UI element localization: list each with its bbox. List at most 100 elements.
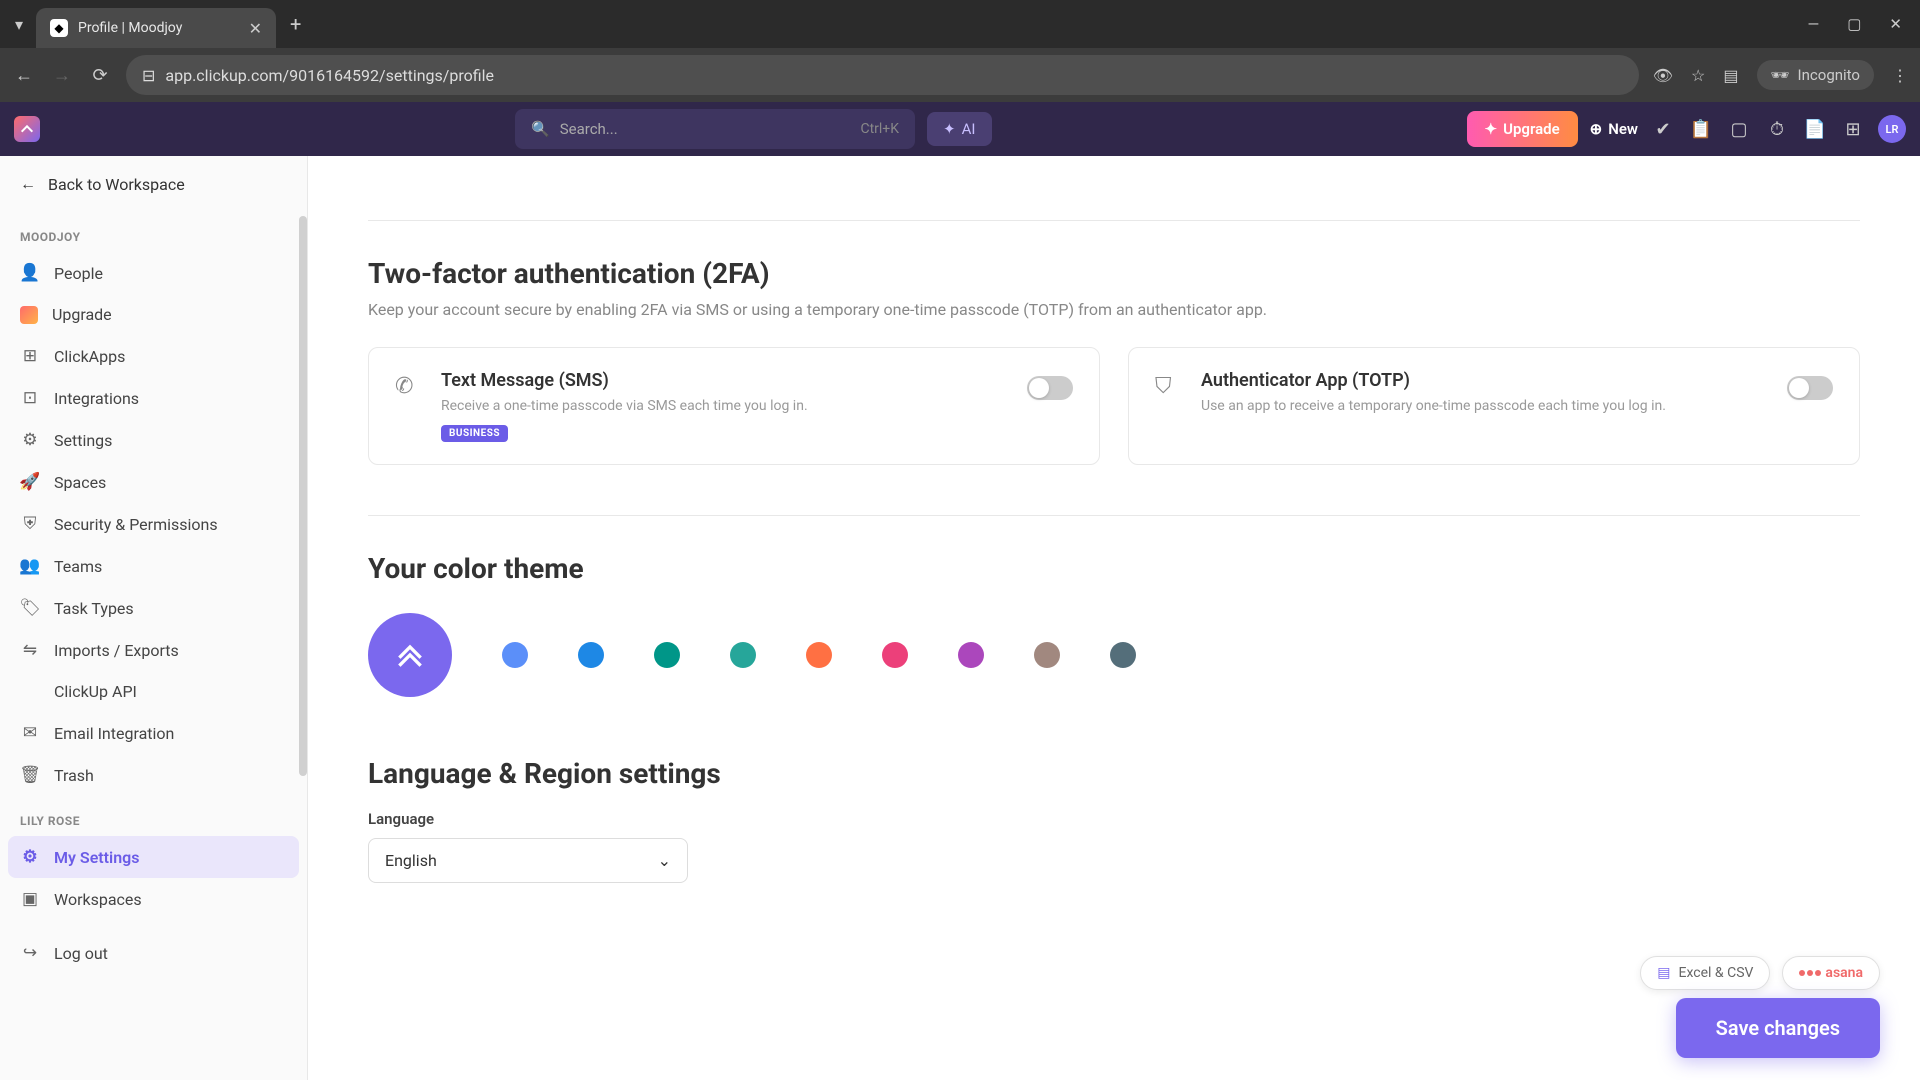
sidebar-item-settings[interactable]: ⚙Settings [0, 419, 307, 461]
totp-toggle[interactable] [1787, 376, 1833, 400]
sidebar-item-my-settings[interactable]: ⚙My Settings [8, 836, 299, 878]
video-icon[interactable]: ▢ [1726, 116, 1752, 142]
incognito-badge[interactable]: 🕶 Incognito [1757, 60, 1875, 90]
sidebar-item-label: Spaces [54, 473, 106, 492]
ai-button[interactable]: ✦ AI [927, 112, 991, 146]
chevron-down-icon: ⌄ [658, 851, 671, 870]
document-icon[interactable]: 📄 [1802, 116, 1828, 142]
sidebar-item-label: Email Integration [54, 724, 174, 743]
sidebar-item-label: ClickApps [54, 347, 125, 366]
avatar[interactable]: LR [1878, 115, 1906, 143]
back-icon[interactable]: ← [12, 65, 36, 86]
site-info-icon[interactable]: ⊟ [142, 66, 155, 85]
minimize-icon[interactable]: — [1808, 15, 1820, 33]
sparkle-icon: ✦ [943, 120, 956, 138]
sidebar-item-workspaces[interactable]: ▣Workspaces [0, 878, 307, 920]
file-icon: ▤ [1657, 965, 1670, 981]
close-window-icon[interactable]: ✕ [1889, 15, 1902, 33]
sidebar-scrollbar[interactable] [299, 216, 307, 776]
tab-list-dropdown[interactable]: ▾ [8, 13, 30, 35]
close-tab-icon[interactable]: ✕ [249, 19, 262, 38]
color-swatch-7[interactable] [958, 642, 984, 668]
side-panel-icon[interactable]: ▤ [1723, 66, 1738, 85]
sidebar-item-logout[interactable]: ↪ Log out [0, 932, 307, 974]
floating-badges: ▤ Excel & CSV asana [1640, 956, 1880, 990]
color-swatch-9[interactable] [1110, 642, 1136, 668]
color-swatch-5[interactable] [806, 642, 832, 668]
color-swatch-4[interactable] [730, 642, 756, 668]
sms-title: Text Message (SMS) [441, 370, 1009, 391]
clock-icon[interactable]: ⏱ [1764, 116, 1790, 142]
tag-icon: 🏷 [20, 598, 40, 618]
search-shortcut: Ctrl+K [860, 121, 899, 137]
maximize-icon[interactable]: ▢ [1847, 15, 1861, 33]
color-swatch-2[interactable] [578, 642, 604, 668]
language-field-label: Language [368, 810, 1860, 828]
asana-badge[interactable]: asana [1782, 956, 1880, 990]
language-title: Language & Region settings [368, 757, 1860, 790]
twofa-title: Two-factor authentication (2FA) [368, 257, 1860, 290]
address-bar[interactable]: ⊟ app.clickup.com/9016164592/settings/pr… [126, 55, 1639, 95]
notepad-icon[interactable]: 📋 [1688, 116, 1714, 142]
check-circle-icon[interactable]: ✔ [1650, 116, 1676, 142]
color-swatch-0[interactable] [368, 613, 452, 697]
upgrade-button[interactable]: ✦ Upgrade [1467, 111, 1578, 147]
sidebar-item-people[interactable]: 👤People [0, 252, 307, 294]
apps-icon: ⊞ [20, 346, 40, 366]
sidebar: ← Back to Workspace MOODJOY 👤PeopleUpgra… [0, 156, 308, 1080]
language-select[interactable]: English ⌄ [368, 838, 688, 883]
sidebar-item-label: Trash [54, 766, 94, 785]
forward-icon[interactable]: → [50, 65, 74, 86]
sidebar-item-label: Task Types [54, 599, 134, 618]
sidebar-item-task-types[interactable]: 🏷 Task Types [0, 587, 307, 629]
sidebar-item-trash[interactable]: 🗑 Trash [0, 754, 307, 796]
twofa-desc: Keep your account secure by enabling 2FA… [368, 300, 1860, 319]
eye-off-icon[interactable]: 👁 [1653, 66, 1673, 85]
shield-icon: ⛨ [20, 514, 40, 534]
sidebar-item-email-integration[interactable]: ✉Email Integration [0, 712, 307, 754]
people-icon: 👥 [20, 556, 40, 576]
search-input[interactable]: 🔍 Search... Ctrl+K [515, 109, 915, 149]
sidebar-item-teams[interactable]: 👥Teams [0, 545, 307, 587]
new-button[interactable]: ⊕ New [1590, 120, 1638, 138]
color-swatch-6[interactable] [882, 642, 908, 668]
save-changes-button[interactable]: Save changes [1676, 998, 1880, 1058]
apps-grid-icon[interactable]: ⊞ [1840, 116, 1866, 142]
app-header: 🔍 Search... Ctrl+K ✦ AI ✦ Upgrade ⊕ New … [0, 102, 1920, 156]
sms-card: ✆ Text Message (SMS) Receive a one-time … [368, 347, 1100, 465]
sidebar-item-upgrade[interactable]: Upgrade [0, 294, 307, 335]
browser-menu-icon[interactable]: ⋮ [1892, 66, 1908, 85]
language-selected-value: English [385, 851, 437, 870]
sidebar-item-spaces[interactable]: 🚀Spaces [0, 461, 307, 503]
new-tab-button[interactable]: + [290, 12, 301, 36]
sidebar-item-imports-exports[interactable]: ⇋Imports / Exports [0, 629, 307, 671]
clickup-logo[interactable] [14, 116, 40, 142]
bookmark-icon[interactable]: ☆ [1691, 66, 1705, 85]
sidebar-item-label: Integrations [54, 389, 139, 408]
sidebar-item-clickapps[interactable]: ⊞ ClickApps [0, 335, 307, 377]
browser-tab[interactable]: ◆ Profile | Moodjoy ✕ [36, 8, 276, 48]
color-swatch-1[interactable] [502, 642, 528, 668]
reload-icon[interactable]: ⟳ [88, 65, 112, 86]
back-to-workspace-link[interactable]: ← Back to Workspace [0, 156, 307, 212]
color-swatch-8[interactable] [1034, 642, 1060, 668]
incognito-icon: 🕶 [1771, 66, 1790, 84]
theme-title: Your color theme [368, 552, 1860, 585]
excel-csv-badge[interactable]: ▤ Excel & CSV [1640, 956, 1770, 990]
browser-toolbar: ← → ⟳ ⊟ app.clickup.com/9016164592/setti… [0, 48, 1920, 102]
person-icon: 👤 [20, 263, 40, 283]
totp-desc: Use an app to receive a temporary one-ti… [1201, 397, 1769, 417]
color-swatch-3[interactable] [654, 642, 680, 668]
settings-content: Two-factor authentication (2FA) Keep you… [308, 156, 1920, 1080]
workspace-section-label: MOODJOY [0, 212, 307, 252]
trash-icon: 🗑 [20, 765, 40, 785]
sms-toggle[interactable] [1027, 376, 1073, 400]
sidebar-item-label: Settings [54, 431, 112, 450]
sidebar-item-clickup-api[interactable]: ClickUp API [0, 671, 307, 712]
sidebar-item-integrations[interactable]: ⊡Integrations [0, 377, 307, 419]
totp-title: Authenticator App (TOTP) [1201, 370, 1769, 391]
plus-circle-icon: ⊕ [1590, 120, 1603, 138]
sidebar-item-security-permissions[interactable]: ⛨Security & Permissions [0, 503, 307, 545]
gear-icon: ⚙ [20, 847, 40, 867]
sidebar-item-label: ClickUp API [54, 682, 137, 701]
